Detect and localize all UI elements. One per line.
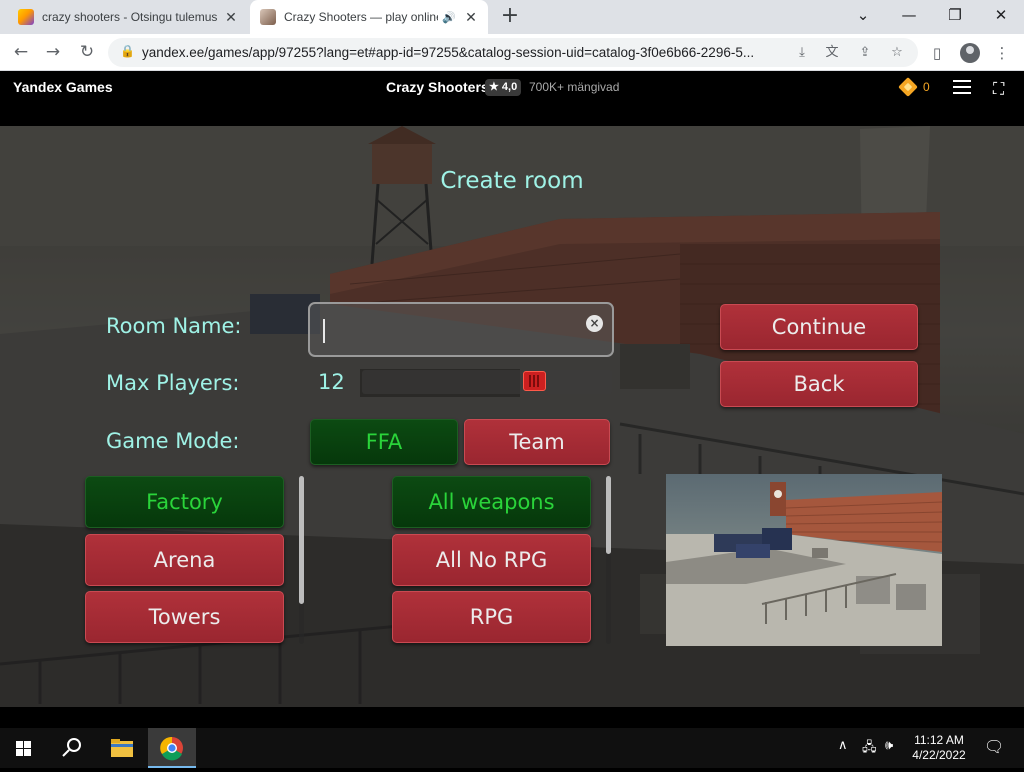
back-arrow-icon[interactable]: ← — [8, 40, 34, 66]
weapon-list-scroll-thumb[interactable] — [606, 476, 611, 554]
tab-search-chevron-icon[interactable]: ⌄ — [840, 0, 886, 32]
search-icon[interactable] — [48, 728, 96, 768]
close-tab-icon[interactable]: ✕ — [460, 9, 482, 26]
create-room-title: Create room — [440, 168, 584, 194]
fullscreen-icon[interactable]: ⛶ — [993, 79, 1004, 99]
yandex-games-header: Yandex Games Crazy Shooters ★ 4,0 700K+ … — [0, 71, 1024, 104]
map-towers-button[interactable]: Towers — [85, 591, 284, 643]
system-clock[interactable]: 11:12 AM 4/22/2022 — [906, 733, 972, 763]
close-tab-icon[interactable]: ✕ — [220, 9, 242, 26]
max-players-label: Max Players: — [106, 371, 240, 395]
weapon-rpg-button[interactable]: RPG — [392, 591, 591, 643]
max-players-slider[interactable] — [362, 370, 612, 394]
close-window-button[interactable]: ✕ — [978, 0, 1024, 32]
clear-input-icon[interactable]: × — [586, 315, 603, 332]
new-tab-button[interactable]: + — [498, 5, 522, 29]
address-bar[interactable]: 🔒 yandex.ee/games/app/97255?lang=et#app-… — [108, 38, 918, 67]
room-name-input[interactable]: × — [308, 302, 614, 357]
install-app-icon[interactable]: ⤓ — [792, 43, 812, 63]
map-list-scroll-thumb[interactable] — [299, 476, 304, 604]
back-button[interactable]: Back — [720, 361, 918, 407]
coin-balance: 0 — [923, 80, 930, 94]
share-icon[interactable]: ⇪ — [855, 43, 875, 63]
room-name-label: Room Name: — [106, 314, 242, 338]
file-explorer-icon[interactable] — [98, 728, 146, 768]
yan-coin-icon — [898, 77, 918, 97]
game-title: Crazy Shooters — [386, 79, 489, 95]
tab-crazy-shooters[interactable]: Crazy Shooters — play online 🔊 ✕ — [250, 0, 488, 34]
hamburger-menu-icon[interactable] — [953, 80, 971, 94]
game-mode-label: Game Mode: — [106, 429, 240, 453]
slider-handle[interactable] — [523, 371, 546, 391]
mode-ffa-button[interactable]: FFA — [310, 419, 458, 465]
map-preview-image — [666, 474, 942, 646]
audio-playing-icon[interactable]: 🔊 — [442, 11, 456, 24]
minimize-button[interactable]: — — [886, 0, 932, 32]
browser-toolbar: ← → ↻ 🔒 yandex.ee/games/app/97255?lang=e… — [0, 34, 1024, 71]
more-menu-icon[interactable]: ⋮ — [991, 42, 1013, 64]
clock-date: 4/22/2022 — [912, 748, 966, 762]
continue-button[interactable]: Continue — [720, 304, 918, 350]
show-hidden-icons-chevron-icon[interactable]: ∧ — [838, 738, 848, 753]
browser-tab-strip: crazy shooters - Otsingu tulemus ✕ Crazy… — [0, 0, 1024, 34]
clock-time: 11:12 AM — [914, 733, 964, 747]
restore-button[interactable]: ❐ — [932, 0, 978, 32]
windows-taskbar: ∧ 🖧 🕪 11:12 AM 4/22/2022 🗨 — [0, 728, 1024, 768]
forward-arrow-icon[interactable]: → — [40, 40, 66, 66]
bookmark-star-icon[interactable]: ☆ — [887, 43, 907, 63]
max-players-value: 12 — [318, 370, 345, 394]
game-favicon-icon — [260, 9, 276, 25]
weapon-all-button[interactable]: All weapons — [392, 476, 591, 528]
mode-team-button[interactable]: Team — [464, 419, 610, 465]
chrome-icon[interactable] — [148, 728, 196, 768]
lock-icon[interactable]: 🔒 — [120, 44, 135, 58]
side-panel-icon[interactable]: ▯ — [926, 42, 948, 64]
tab-title: crazy shooters - Otsingu tulemus — [42, 10, 218, 24]
weapon-no-rpg-button[interactable]: All No RPG — [392, 534, 591, 586]
player-count: 700K+ mängivad — [529, 80, 620, 94]
yandex-games-logo[interactable]: Yandex Games — [13, 79, 113, 95]
tab-search-results[interactable]: crazy shooters - Otsingu tulemus ✕ — [8, 0, 248, 34]
rating-badge: ★ 4,0 — [485, 79, 522, 96]
yandex-favicon-icon — [18, 9, 34, 25]
profile-avatar-icon[interactable] — [960, 43, 980, 63]
windows-start-icon[interactable] — [0, 728, 48, 768]
translate-icon[interactable]: 文 — [822, 43, 842, 63]
reload-icon[interactable]: ↻ — [74, 40, 100, 66]
network-icon[interactable]: 🖧 — [862, 738, 877, 760]
text-caret — [323, 319, 325, 343]
game-canvas[interactable]: Create room Room Name: × Max Players: 12… — [0, 104, 1024, 707]
url-text[interactable]: yandex.ee/games/app/97255?lang=et#app-id… — [142, 45, 792, 60]
tab-title: Crazy Shooters — play online — [284, 10, 439, 24]
map-factory-button[interactable]: Factory — [85, 476, 284, 528]
volume-icon[interactable]: 🕪 — [885, 738, 893, 753]
notifications-icon[interactable]: 🗨 — [984, 737, 1004, 756]
map-arena-button[interactable]: Arena — [85, 534, 284, 586]
